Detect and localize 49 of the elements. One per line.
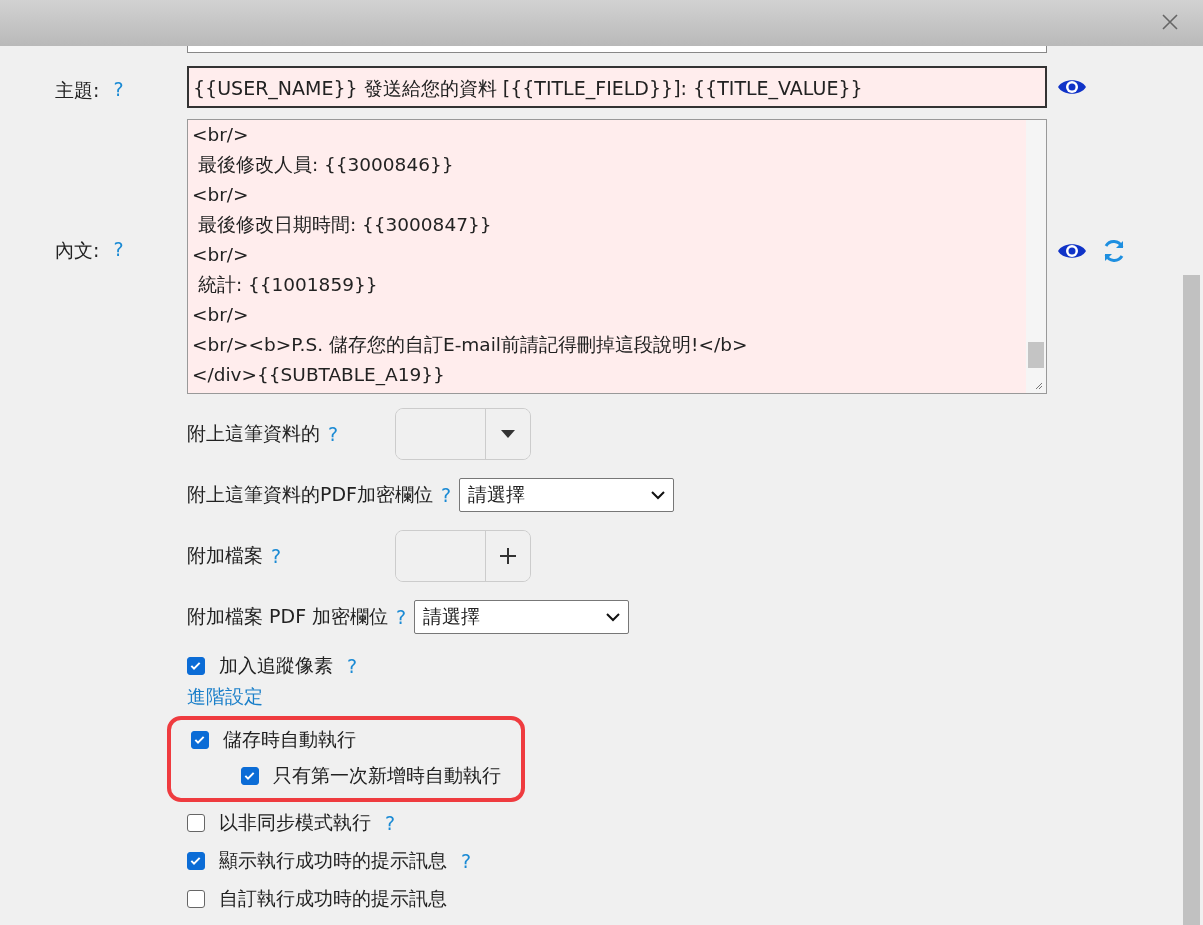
code-line: <br/> bbox=[192, 183, 250, 207]
code-line: 最後修改日期時間: {{3000847}} bbox=[196, 213, 493, 237]
code-line: <br/> bbox=[192, 123, 250, 147]
help-link[interactable]: ? bbox=[113, 238, 124, 260]
select-dropdown[interactable]: 請選擇 bbox=[414, 600, 630, 634]
subject-field[interactable]: {{USER_NAME}} 發送給您的資料 [{{TITLE_FIELD}}]: {{TITLE_VALUE}} bbox=[187, 66, 1047, 108]
checkbox[interactable] bbox=[187, 657, 205, 675]
textarea-scrollbar[interactable] bbox=[1026, 120, 1046, 393]
code-line: <br/> bbox=[192, 303, 250, 327]
field-label: 內文: bbox=[55, 238, 100, 263]
code-line: <br/> bbox=[192, 243, 250, 267]
checkbox-label: 自訂執行成功時的提示訊息 bbox=[219, 886, 447, 911]
checkbox[interactable] bbox=[187, 814, 205, 832]
body-textarea[interactable]: <br/> 最後修改人員: {{3000846}} <br/> 最後修改日期時間: {{3000847}} <br/> 統計: {{1001859}} <br/> <br/><b>P.S. 儲存您的自訂E-mail前請記得刪掉這段說明!</b> </div>{{SUBTABLE_A19}} bbox=[187, 119, 1047, 394]
help-link[interactable]: ? bbox=[271, 545, 282, 567]
checkbox-label: 儲存時自動執行 bbox=[223, 727, 356, 752]
scrollbar-thumb[interactable] bbox=[1183, 275, 1200, 925]
resize-grip-icon[interactable] bbox=[1034, 381, 1043, 390]
checkbox-label: 加入追蹤像素 bbox=[219, 653, 333, 678]
help-link[interactable]: ? bbox=[461, 850, 472, 872]
code-line: </div>{{SUBTABLE_A19}} bbox=[192, 363, 446, 388]
help-link[interactable]: ? bbox=[113, 78, 124, 100]
field-label: 附上這筆資料的 bbox=[187, 421, 320, 446]
field-label: 附加檔案 PDF 加密欄位 bbox=[187, 604, 389, 629]
code-line: 最後修改人員: {{3000846}} bbox=[196, 153, 455, 177]
chevron-down-icon bbox=[606, 612, 621, 622]
input-field[interactable] bbox=[187, 46, 1047, 53]
field-label: 附上這筆資料的PDF加密欄位 bbox=[187, 482, 434, 507]
select-dropdown[interactable]: 請選擇 bbox=[459, 478, 675, 512]
checkbox[interactable] bbox=[187, 852, 205, 870]
code-line: 統計: {{1001859}} bbox=[196, 273, 379, 297]
chevron-down-icon bbox=[651, 490, 666, 500]
field-label: 附加檔案 bbox=[187, 543, 263, 568]
scrollbar-thumb[interactable] bbox=[1028, 342, 1044, 368]
checkbox[interactable] bbox=[241, 767, 259, 785]
field-label: 主題: bbox=[55, 78, 100, 103]
advanced-settings-link[interactable]: 進階設定 bbox=[187, 684, 263, 710]
checkbox-label: 以非同步模式執行 bbox=[219, 810, 371, 835]
checkbox-label: 只有第一次新增時自動執行 bbox=[273, 763, 501, 788]
help-link[interactable]: ? bbox=[385, 812, 396, 834]
code-line: <br/><b>P.S. 儲存您的自訂E-mail前請記得刪掉這段說明!</b> bbox=[192, 333, 749, 357]
help-link[interactable]: ? bbox=[328, 423, 339, 445]
checkbox-label: 顯示執行成功時的提示訊息 bbox=[219, 848, 447, 873]
help-link[interactable]: ? bbox=[396, 606, 407, 628]
close-icon[interactable] bbox=[1161, 13, 1179, 31]
help-link[interactable]: ? bbox=[441, 484, 452, 506]
help-link[interactable]: ? bbox=[347, 655, 358, 677]
checkbox[interactable] bbox=[191, 731, 209, 749]
checkbox[interactable] bbox=[187, 890, 205, 908]
